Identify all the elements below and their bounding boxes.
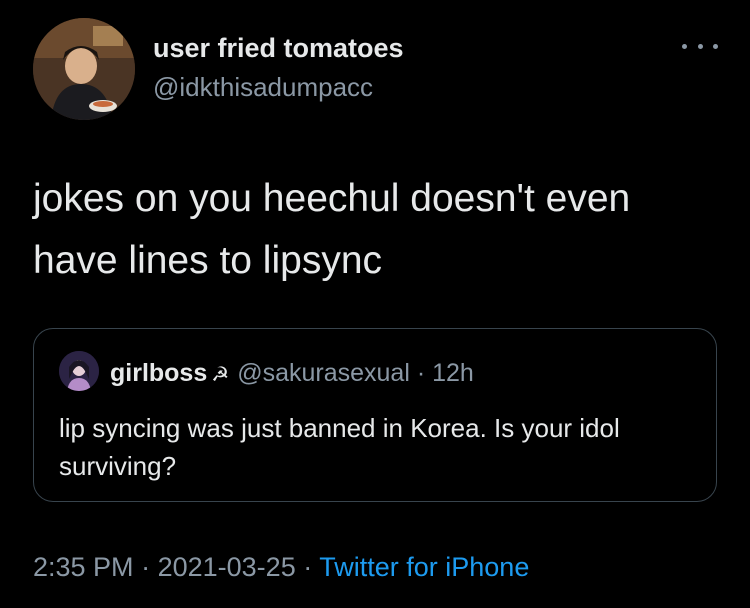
separator-dot: ·	[416, 359, 426, 387]
tweet-footer: 2:35 PM · 2021-03-25 · Twitter for iPhon…	[33, 552, 529, 583]
quoted-avatar-photo	[59, 351, 99, 391]
hammer-sickle-icon: ☭	[211, 364, 230, 386]
tweet-date: 2021-03-25	[157, 552, 296, 582]
quoted-author-avatar[interactable]	[59, 351, 99, 391]
more-dot	[697, 43, 703, 49]
author-display-name[interactable]: user fried tomatoes	[153, 33, 404, 64]
quoted-display-name[interactable]: girlboss	[110, 359, 207, 387]
tweet-text: jokes on you heechul doesn't even have l…	[33, 177, 631, 282]
quoted-header: girlboss ☭ @sakurasexual · 12h	[110, 358, 474, 390]
quoted-time: 12h	[432, 359, 474, 387]
author-avatar[interactable]	[33, 18, 135, 120]
avatar-photo	[33, 18, 135, 120]
quoted-tweet-card[interactable]: girlboss ☭ @sakurasexual · 12h lip syncing…	[33, 328, 717, 502]
footer-separator: ·	[141, 552, 151, 582]
tweet-source-link[interactable]: Twitter for iPhone	[319, 552, 529, 582]
more-dot	[682, 43, 687, 49]
quoted-text: lip syncing was just banned in Korea. Is…	[59, 413, 620, 481]
author-handle[interactable]: @idkthisadumpacc	[153, 72, 373, 103]
more-options-icon[interactable]	[682, 36, 718, 56]
footer-separator: ·	[303, 552, 313, 582]
more-dot	[713, 43, 718, 49]
tweet-time: 2:35 PM	[33, 552, 134, 582]
quoted-separator: ·	[410, 359, 432, 387]
quoted-handle[interactable]: @sakurasexual	[237, 359, 410, 387]
